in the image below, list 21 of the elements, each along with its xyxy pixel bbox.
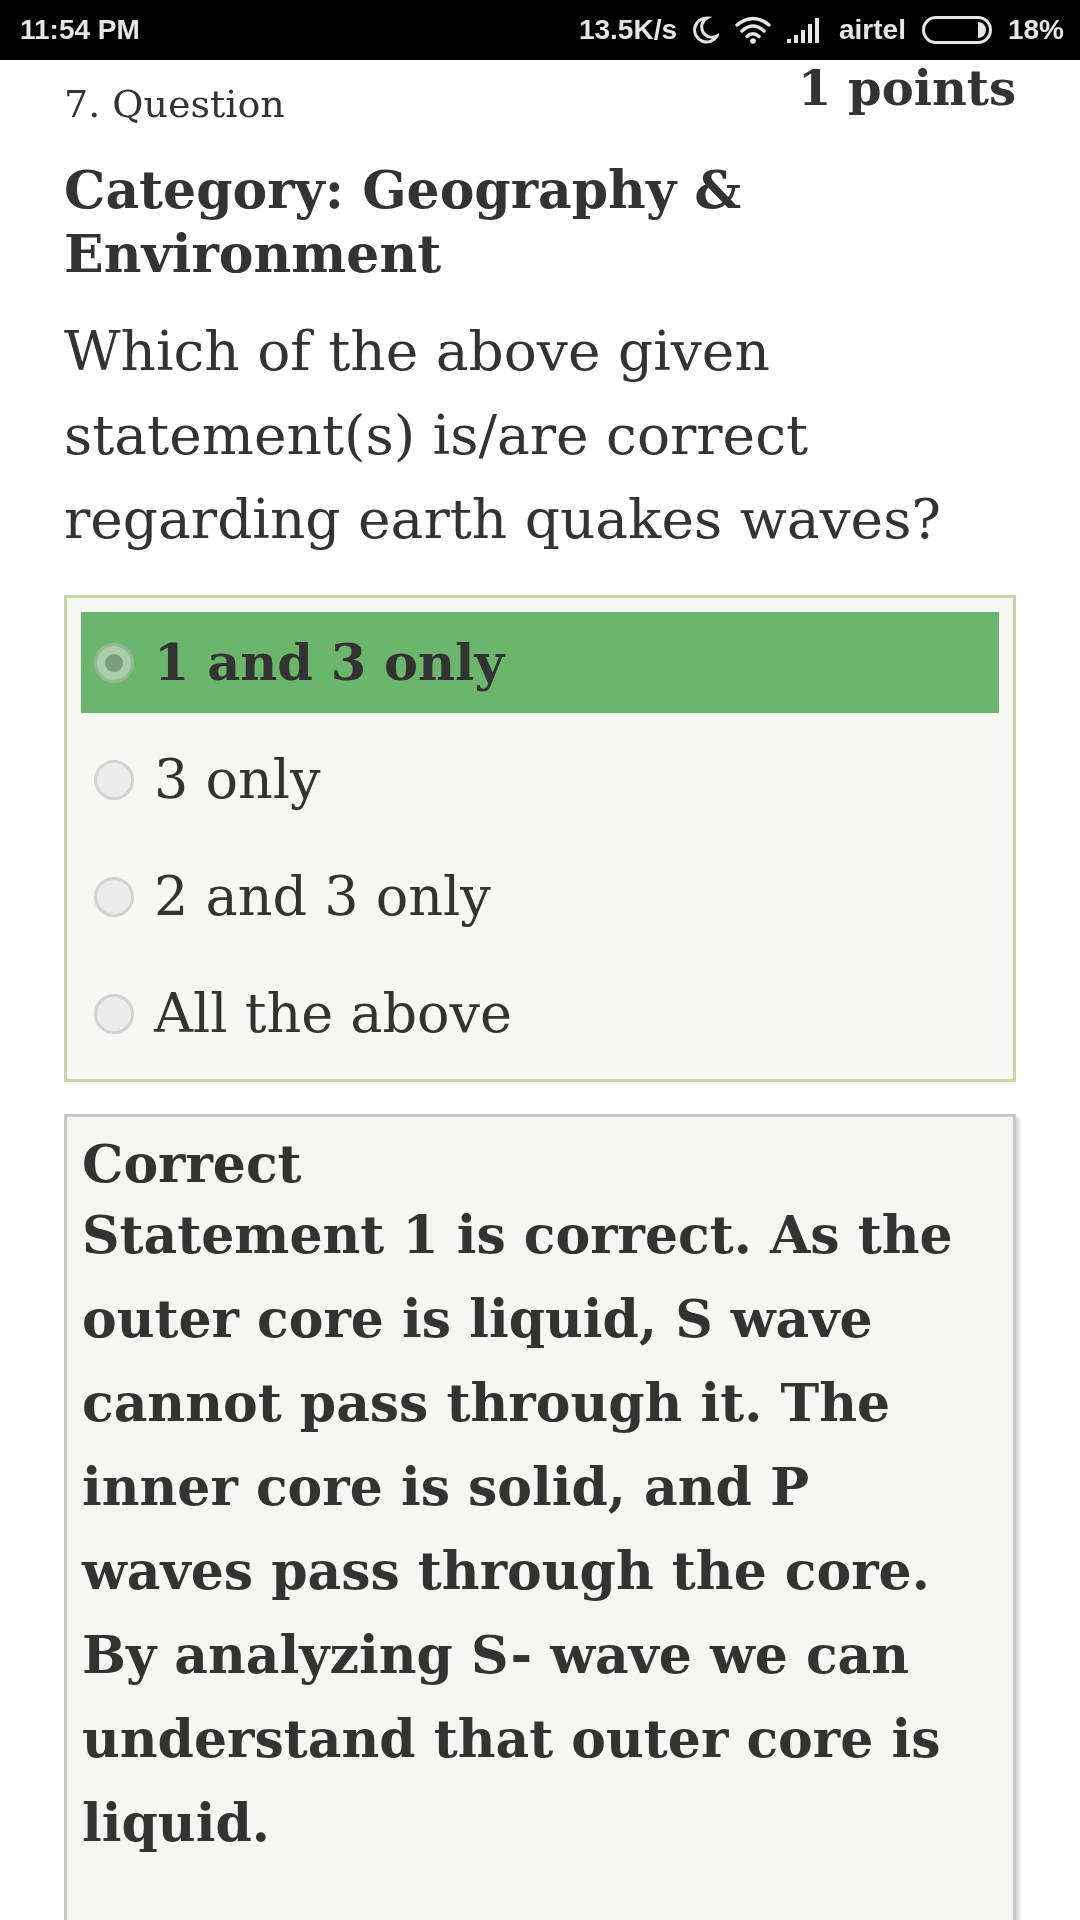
- question-points: 1 points: [798, 62, 1016, 114]
- battery-icon: [921, 16, 992, 44]
- question-text: Which of the above given statement(s) is/are correct regarding earth quakes waves?: [64, 318, 942, 553]
- radio-button[interactable]: [94, 993, 134, 1034]
- radio-button[interactable]: [94, 876, 134, 917]
- answer-option[interactable]: All the above: [81, 963, 999, 1064]
- answer-option[interactable]: 2 and 3 only: [81, 846, 999, 947]
- radio-button[interactable]: [94, 642, 134, 683]
- question-number: 7. Question: [64, 82, 285, 126]
- wifi-icon: [735, 16, 771, 44]
- status-time: 11:54 PM: [20, 13, 140, 47]
- network-speed: 13.5K/s: [578, 13, 677, 47]
- question-category: Category: Geography & Environment: [64, 158, 743, 286]
- carrier-name: airtel: [839, 13, 906, 47]
- moon-icon: [693, 16, 719, 44]
- feedback-explanation: Statement 1 is correct. As the outer core is liquid, S wave cannot pass through it. The inner core is solid, and P waves pass through the core. By analyzing S- wave we can understand that outer core is liquid.: [82, 1203, 954, 1855]
- answer-option[interactable]: 3 only: [81, 729, 999, 830]
- battery-percent: 18%: [1007, 13, 1064, 47]
- feedback-title: Correct: [82, 1135, 303, 1193]
- radio-button[interactable]: [94, 759, 134, 800]
- answer-option[interactable]: 1 and 3 only: [81, 612, 999, 713]
